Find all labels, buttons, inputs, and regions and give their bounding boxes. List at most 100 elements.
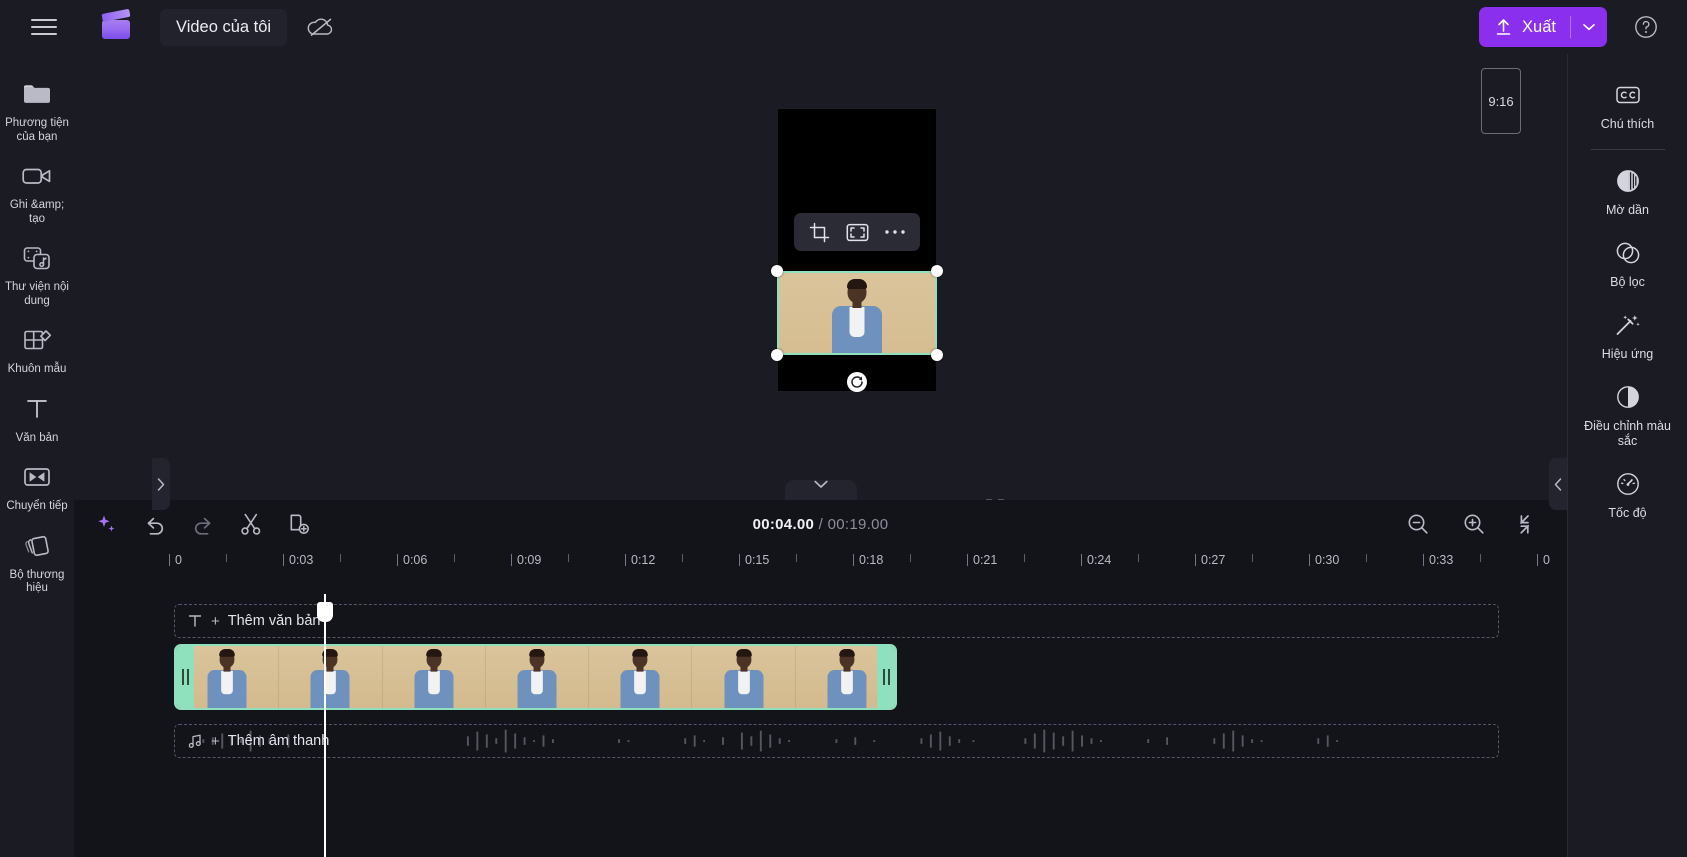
timeline-ruler[interactable]: 0 0:03 0:06 0:09 0:12 0:15 0:18 0:21 0:24 0:27 0:3… [169, 548, 1567, 582]
ruler-tick: 0:21 [967, 553, 997, 567]
fade-icon [1615, 166, 1641, 196]
sidebar-item-label: Chuyển tiếp [6, 500, 68, 512]
clip-frame [589, 646, 693, 708]
ruler-tick: 0:30 [1309, 553, 1339, 567]
ruler-tick-minor [796, 554, 797, 562]
crop-button[interactable] [802, 217, 836, 247]
add-audio-track[interactable]: + Thêm âm thanh [174, 724, 1499, 758]
sidebar-item-label: Văn bản [15, 431, 59, 444]
resize-handle-bottom-left[interactable] [771, 349, 783, 361]
clip-trim-handle-left[interactable] [176, 646, 194, 708]
ruler-tick-minor [1366, 554, 1367, 562]
selected-media-object[interactable] [771, 265, 943, 392]
sidebar-item-label: Phương tiện của bạn [5, 117, 69, 143]
help-circle-icon[interactable] [1625, 6, 1667, 48]
sidebar-item-record-create[interactable]: Ghi &amp; tạo [0, 150, 74, 232]
clipchamp-editor: Video của tôi Xuất Phương tiện của bạn G… [0, 0, 1687, 857]
right-sidebar: Chú thích Mờ dần Bộ lọc Hiệu ứng Điều ch… [1567, 54, 1687, 857]
preview-stage: 9:16 [74, 54, 1567, 519]
duplicate-icon[interactable] [284, 509, 314, 539]
clip-frame [485, 646, 590, 708]
sidebar-item-label: Ghi &amp; tạo [9, 199, 65, 225]
clip-trim-handle-right[interactable] [877, 646, 895, 708]
video-clip[interactable] [174, 644, 897, 710]
sidebar-item-templates[interactable]: Khuôn mẫu [0, 314, 74, 383]
sidebar-item-transitions[interactable]: Chuyển tiếp [0, 451, 74, 520]
ruler-tick: 0:33 [1423, 553, 1453, 567]
ruler-tick-label: 0:12 [631, 553, 656, 567]
aspect-ratio-badge[interactable]: 9:16 [1481, 68, 1521, 134]
cloud-off-icon[interactable] [301, 10, 341, 44]
filters-icon [1614, 238, 1642, 268]
redo-icon[interactable] [188, 509, 218, 539]
sidebar-item-your-media[interactable]: Phương tiện của bạn [0, 68, 74, 150]
ruler-tick-minor [454, 554, 455, 562]
right-item-label: Chú thích [1600, 117, 1655, 131]
ruler-tick: 0:09 [511, 553, 541, 567]
right-item-label: Điều chỉnh màu sắc [1584, 419, 1671, 448]
right-item-captions[interactable]: Chú thích [1572, 68, 1684, 140]
closed-captions-icon [1614, 80, 1642, 110]
ruler-tick-label: 0:09 [517, 553, 542, 567]
collapse-right-panel-button[interactable] [1549, 458, 1567, 510]
collapse-arrows-icon[interactable] [1515, 509, 1545, 539]
right-item-label: Bộ lọc [1610, 275, 1645, 289]
resize-handle-top-right[interactable] [931, 265, 943, 277]
clip-frame [382, 646, 486, 708]
right-item-filters[interactable]: Bộ lọc [1572, 226, 1684, 298]
ruler-tick-label: 0 [175, 553, 182, 567]
editor-body: Phương tiện của bạn Ghi &amp; tạo Thư vi… [0, 54, 1687, 857]
content-library-icon [22, 242, 52, 274]
ruler-tick-label: 0:21 [973, 553, 998, 567]
ruler-tick: 0:06 [397, 553, 427, 567]
more-button[interactable] [878, 217, 912, 247]
resize-handle-bottom-right[interactable] [931, 349, 943, 361]
project-title-input[interactable]: Video của tôi [160, 8, 288, 46]
add-text-track[interactable]: + Thêm văn bản [174, 604, 1499, 638]
export-dropdown-toggle[interactable] [1571, 7, 1607, 47]
person-thumbnail [829, 279, 885, 353]
collapse-preview-button[interactable] [784, 480, 857, 500]
scissors-icon[interactable] [236, 509, 266, 539]
right-rail-divider [1590, 149, 1665, 150]
fit-button[interactable] [840, 217, 874, 247]
sidebar-item-label: Bộ thương hiệu [9, 568, 65, 595]
ruler-tick-label: 0 [1543, 553, 1550, 567]
music-note-icon [187, 733, 203, 749]
undo-icon[interactable] [140, 509, 170, 539]
zoom-in-icon[interactable] [1459, 509, 1489, 539]
sparkle-icon[interactable] [92, 509, 122, 539]
export-button[interactable]: Xuất [1479, 7, 1607, 47]
center-column: 9:16 00:04.00 / 00:19.00 0 0:03 0:06 0:0… [74, 54, 1567, 857]
rotate-icon[interactable] [846, 371, 868, 393]
color-adjust-icon [1615, 382, 1641, 412]
right-item-fade[interactable]: Mờ dần [1572, 154, 1684, 226]
collapse-left-panel-button[interactable] [152, 458, 170, 510]
plus-icon: + [211, 732, 220, 750]
hamburger-icon[interactable] [24, 7, 64, 47]
ruler-tick-label: 0:18 [859, 553, 884, 567]
ruler-tick-minor [340, 554, 341, 562]
zoom-out-icon[interactable] [1403, 509, 1433, 539]
time-separator: / [814, 515, 828, 533]
ruler-tick-minor [910, 554, 911, 562]
add-audio-label: Thêm âm thanh [227, 733, 330, 749]
ruler-tick-label: 0:24 [1087, 553, 1112, 567]
resize-handle-top-left[interactable] [771, 265, 783, 277]
sidebar-item-brand-kit[interactable]: Bộ thương hiệu [0, 520, 74, 602]
sidebar-item-content-library[interactable]: Thư viện nội dung [0, 232, 74, 314]
clip-frame [692, 646, 796, 708]
ruler-tick: 0:12 [625, 553, 655, 567]
sidebar-item-text[interactable]: Văn bản [0, 383, 74, 452]
ruler-tick: 0:18 [853, 553, 883, 567]
text-t-icon [187, 613, 203, 629]
right-item-speed[interactable]: Tốc độ [1572, 457, 1684, 529]
text-icon [24, 393, 50, 425]
ruler-tick-label: 0:27 [1201, 553, 1226, 567]
current-time: 00:04.00 [752, 515, 815, 533]
playhead-handle[interactable] [317, 602, 333, 622]
right-item-effects[interactable]: Hiệu ứng [1572, 298, 1684, 370]
upload-icon [1494, 17, 1513, 37]
selection-toolbar [794, 213, 920, 251]
right-item-color-adjust[interactable]: Điều chỉnh màu sắc [1572, 370, 1684, 457]
